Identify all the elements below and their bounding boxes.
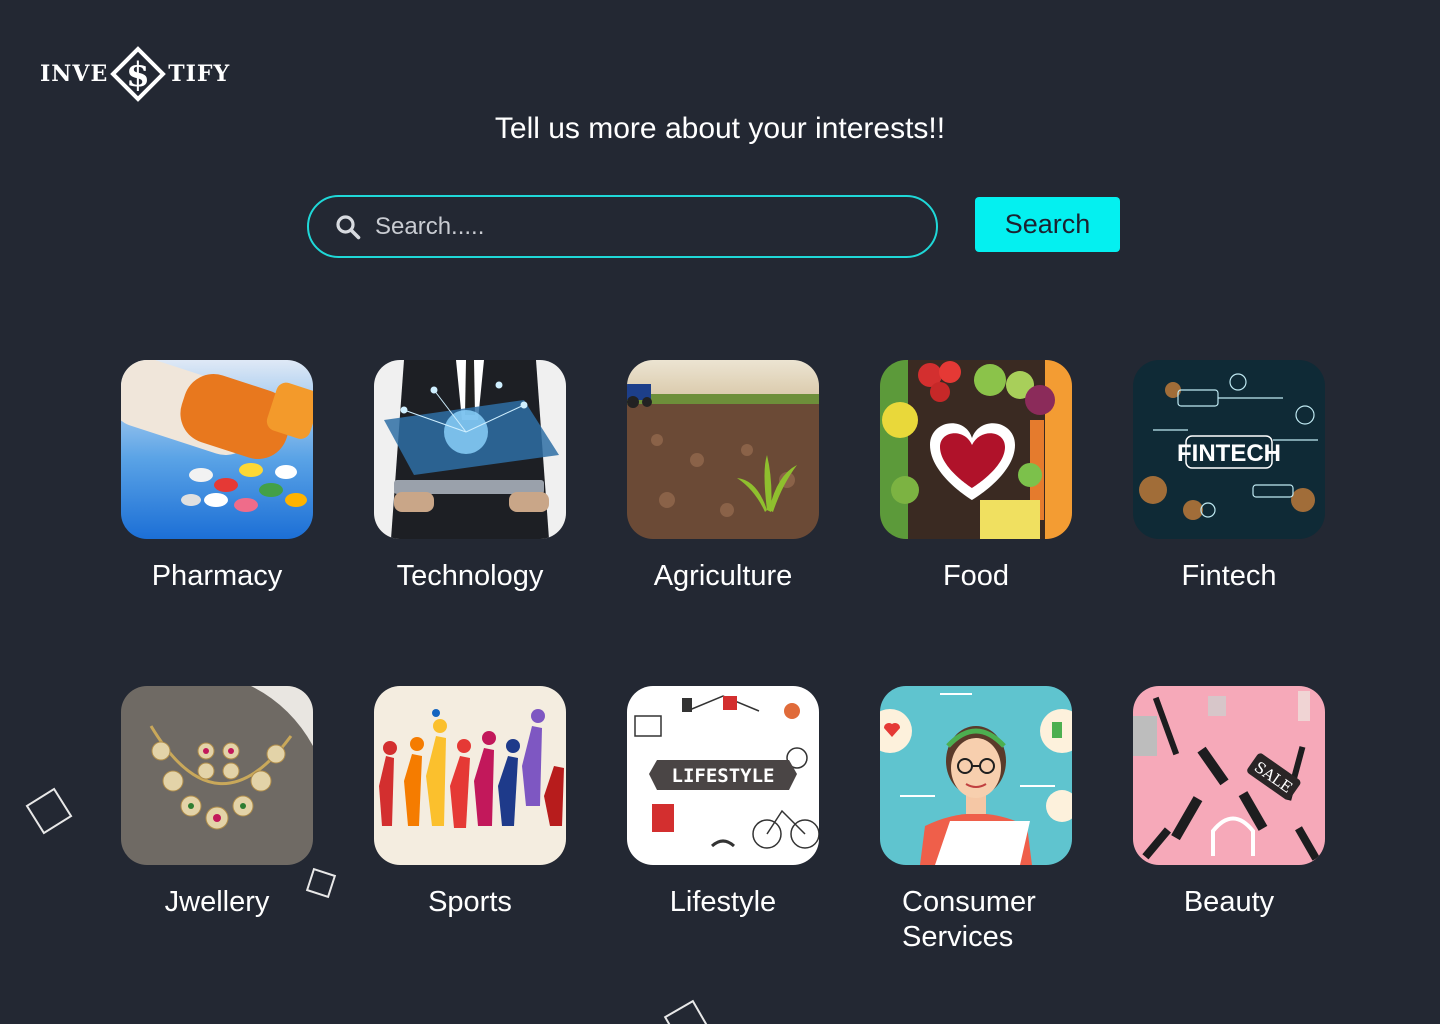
athletes-image (374, 686, 566, 865)
dollar-diamond-icon: $ (110, 46, 167, 102)
category-tile-agriculture[interactable]: Agriculture (627, 360, 819, 594)
category-tile-jwellery[interactable]: Jwellery (121, 686, 313, 920)
category-label: Consumer Services (902, 886, 1036, 953)
category-label: Fintech (1181, 560, 1277, 592)
svg-text:$: $ (126, 55, 150, 95)
category-tile-lifestyle[interactable]: LIFESTYLE Lifestyle (627, 686, 819, 920)
category-tile-pharmacy[interactable]: Pharmacy (121, 360, 313, 594)
field-sprout-image (627, 360, 819, 539)
category-label: Sports (428, 886, 512, 918)
decorative-square (25, 787, 73, 835)
svg-text:FINTECH: FINTECH (1177, 440, 1281, 467)
pills-image (121, 360, 313, 539)
category-tile-fintech[interactable]: FINTECH Fintech (1133, 360, 1325, 594)
category-label: Food (942, 560, 1010, 592)
category-label: Beauty (1183, 886, 1275, 918)
logo[interactable]: INVE $ TIFY (40, 46, 230, 102)
category-label: Pharmacy (151, 560, 283, 592)
decorative-square (663, 999, 711, 1024)
logo-text-left: INVE (40, 61, 109, 87)
vegetables-image (880, 360, 1072, 539)
category-label: Jwellery (164, 886, 270, 918)
category-tile-consumer-services[interactable]: Consumer Services (880, 686, 1072, 955)
tablet-network-image (374, 360, 566, 539)
lifestyle-doodles-image: LIFESTYLE (627, 686, 819, 865)
category-tile-technology[interactable]: Technology (374, 360, 566, 594)
search-icon (335, 214, 361, 240)
necklace-image (121, 686, 313, 865)
category-tile-food[interactable]: Food (880, 360, 1072, 594)
search-input[interactable] (375, 212, 895, 241)
fintech-network-image: FINTECH (1133, 360, 1325, 539)
logo-text-right: TIFY (168, 61, 231, 87)
category-label: Agriculture (653, 560, 793, 592)
category-label: Technology (396, 560, 544, 592)
category-tile-beauty[interactable]: SALE Beauty (1133, 686, 1325, 920)
svg-text:LIFESTYLE: LIFESTYLE (672, 765, 775, 787)
page-heading: Tell us more about your interests!! (494, 112, 946, 145)
category-label: Lifestyle (669, 886, 777, 918)
search-bar[interactable] (307, 195, 938, 258)
support-agent-image (880, 686, 1072, 865)
search-button[interactable]: Search (975, 197, 1120, 252)
cosmetics-image: SALE (1133, 686, 1325, 865)
category-tile-sports[interactable]: Sports (374, 686, 566, 920)
